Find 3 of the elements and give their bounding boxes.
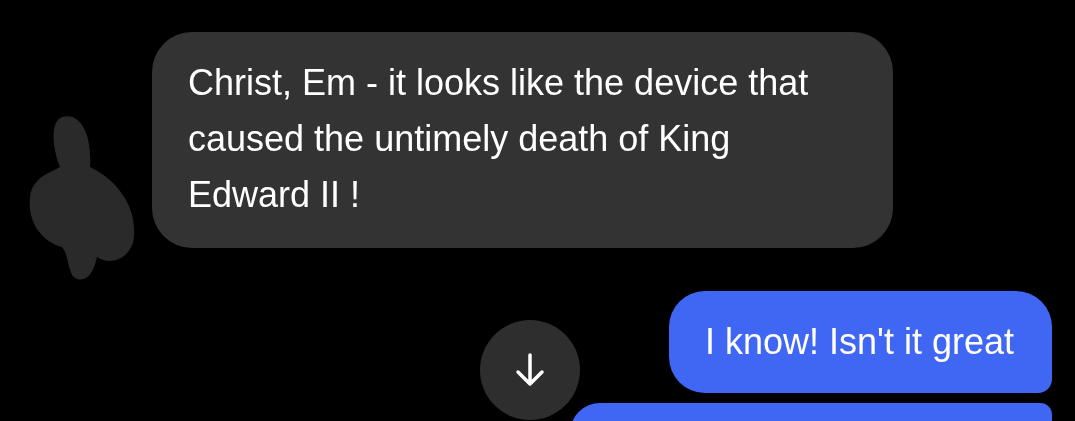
message-bubble: Christ, Em - it looks like the device that caused the untimely death of King Edward II ! [152,32,893,248]
arrow-down-icon [515,353,545,387]
message-bubble: I know! Isn't it great [669,291,1052,393]
